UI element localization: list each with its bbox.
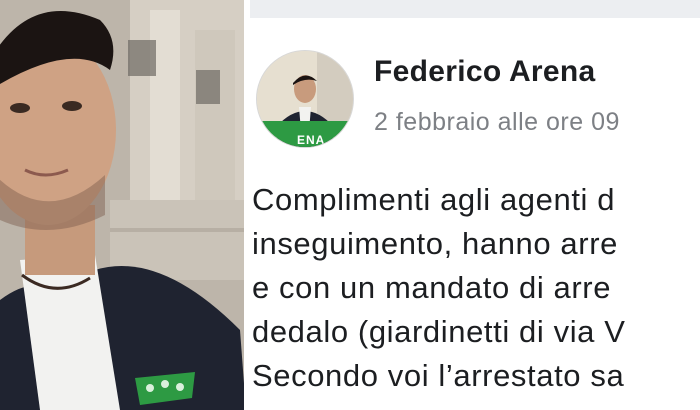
post-body: Complimenti agli agenti d inseguimento, … [252, 178, 700, 398]
profile-photo [0, 0, 246, 410]
man-portrait-image [0, 0, 246, 410]
facebook-post: ENA Federico Arena 2 febbraio alle ore 0… [250, 0, 700, 410]
post-text-line: inseguimento, hanno arre [252, 226, 618, 261]
post-text-line: Secondo voi l’arrestato sa [252, 358, 625, 393]
avatar-banner-text: ENA [297, 133, 326, 147]
post-top-bar [250, 0, 700, 18]
post-author-name[interactable]: Federico Arena [374, 55, 596, 89]
post-text-line: Complimenti agli agenti d [252, 182, 616, 217]
author-avatar[interactable]: ENA [256, 50, 354, 148]
post-text-line: dedalo (giardinetti di via V [252, 314, 626, 349]
post-text-line: e con un mandato di arre [252, 270, 612, 305]
post-timestamp[interactable]: 2 febbraio alle ore 09 [374, 108, 620, 137]
